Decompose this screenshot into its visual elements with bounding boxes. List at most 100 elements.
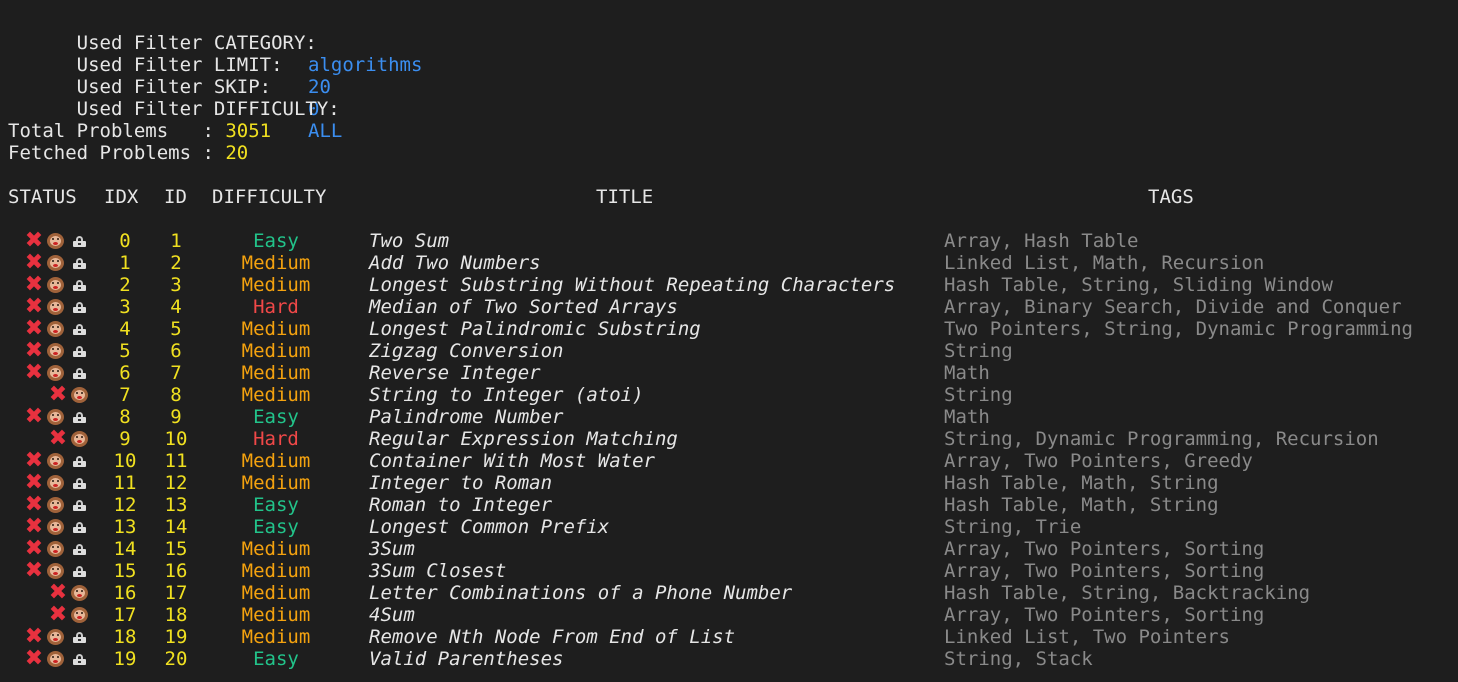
x-icon: ✖	[24, 536, 44, 561]
table-row: ✖ 10 11 Medium Container With Most Water Arra…	[8, 450, 1450, 473]
row-difficulty: Medium	[241, 472, 311, 494]
row-id: 6	[170, 340, 182, 362]
row-title: String to Integer (atoi)	[369, 384, 644, 406]
filter-line-skip: Used Filter SKIP: 0	[8, 54, 1450, 120]
monkey-icon	[46, 474, 66, 492]
row-id: 19	[164, 626, 188, 648]
row-title: Longest Palindromic Substring	[369, 318, 701, 340]
status-cell: ✖	[22, 252, 112, 274]
row-title: Valid Parentheses	[369, 648, 564, 670]
row-difficulty: Medium	[241, 538, 311, 560]
row-difficulty: Medium	[241, 582, 311, 604]
table-row: ✖ 12 13 Easy Roman to Integer Hash Table, Mat…	[8, 494, 1450, 517]
row-idx: 16	[113, 582, 137, 604]
row-id: 4	[170, 296, 182, 318]
table-row: ✖ 5 6 Medium Zigzag Conversion String	[8, 340, 1450, 363]
status-cell: ✖	[22, 582, 112, 604]
monkey-icon	[70, 386, 90, 404]
monkey-icon	[46, 276, 66, 294]
lock-icon	[70, 452, 90, 470]
row-id: 8	[170, 384, 182, 406]
row-title: 3Sum	[369, 538, 415, 560]
status-cell: ✖	[22, 428, 112, 450]
fetched-problems-value: 20	[225, 142, 249, 164]
status-cell: ✖	[22, 384, 112, 406]
status-cell: ✖	[22, 648, 112, 670]
row-tags: String, Dynamic Programming, Recursion	[944, 428, 1379, 450]
lock-icon	[70, 518, 90, 536]
lock-icon	[70, 628, 90, 646]
row-idx: 12	[113, 494, 137, 516]
row-idx: 9	[119, 428, 131, 450]
row-title: Integer to Roman	[369, 472, 553, 494]
lock-icon	[70, 364, 90, 382]
monkey-icon	[46, 408, 66, 426]
row-difficulty: Medium	[241, 384, 311, 406]
monkey-icon	[46, 496, 66, 514]
header-id: ID	[164, 186, 187, 208]
row-title: Median of Two Sorted Arrays	[369, 296, 678, 318]
status-cell: ✖	[22, 538, 112, 560]
table-row: ✖ 16 17 Medium Letter Combinations of a Phon…	[8, 582, 1450, 605]
x-icon: ✖	[24, 272, 44, 297]
x-icon: ✖	[48, 602, 68, 627]
table-row: ✖ 19 20 Easy Valid Parentheses String, Stack	[8, 648, 1450, 671]
monkey-icon	[46, 628, 66, 646]
x-icon: ✖	[48, 382, 68, 407]
x-icon: ✖	[24, 558, 44, 583]
row-difficulty: Medium	[241, 626, 311, 648]
lock-icon	[70, 408, 90, 426]
row-id: 18	[164, 604, 188, 626]
monkey-icon	[46, 650, 66, 668]
row-title: Two Sum	[369, 230, 450, 252]
row-idx: 13	[113, 516, 137, 538]
x-icon: ✖	[24, 624, 44, 649]
row-idx: 8	[119, 406, 131, 428]
row-id: 20	[164, 648, 188, 670]
monkey-icon	[46, 342, 66, 360]
status-cell: ✖	[22, 626, 112, 648]
row-idx: 11	[113, 472, 137, 494]
row-idx: 18	[113, 626, 137, 648]
row-id: 9	[170, 406, 182, 428]
fetched-problems-label: Fetched Problems :	[8, 142, 226, 164]
status-cell: ✖	[22, 516, 112, 538]
monkey-icon	[46, 452, 66, 470]
table-row: ✖ 14 15 Medium 3Sum Array, Two Pointers, Sort…	[8, 538, 1450, 561]
row-idx: 17	[113, 604, 137, 626]
table-row: ✖ 7 8 Medium String to Integer (atoi) String	[8, 384, 1450, 407]
table-row: ✖ 17 18 Medium 4Sum Array, Two Pointers, Sort…	[8, 602, 1450, 627]
row-tags: Two Pointers, String, Dynamic Programmin…	[944, 318, 1413, 340]
monkey-icon	[46, 518, 66, 536]
row-tags: String, Trie	[944, 516, 1082, 538]
row-difficulty: Easy	[253, 494, 299, 516]
row-title: Add Two Numbers	[369, 252, 541, 274]
table-row: ✖ 4 5 Medium Longest Palindromic Substring Tw…	[8, 316, 1450, 341]
row-title: Reverse Integer	[369, 362, 541, 384]
table-row: ✖ 0 1 Easy Two Sum Array, Hash Table	[8, 230, 1450, 253]
row-difficulty: Medium	[241, 450, 311, 472]
row-tags: Math	[944, 406, 990, 428]
row-title: Zigzag Conversion	[369, 340, 564, 362]
status-cell: ✖	[22, 450, 112, 472]
lock-icon	[70, 320, 90, 338]
row-id: 5	[170, 318, 182, 340]
x-icon: ✖	[48, 426, 68, 451]
row-difficulty: Medium	[241, 560, 311, 582]
x-icon: ✖	[24, 316, 44, 341]
table-row: ✖ 6 7 Medium Reverse Integer Math	[8, 362, 1450, 385]
table-row: ✖ 13 14 Easy Longest Common Prefix String, Tr…	[8, 516, 1450, 539]
monkey-icon	[46, 562, 66, 580]
row-idx: 2	[119, 274, 131, 296]
row-difficulty: Medium	[241, 274, 311, 296]
filter-label: Used Filter DIFFICULTY:	[76, 98, 340, 120]
row-difficulty: Medium	[241, 604, 311, 626]
status-cell: ✖	[22, 560, 112, 582]
row-tags: Array, Binary Search, Divide and Conquer	[944, 296, 1402, 318]
lock-icon	[70, 276, 90, 294]
lock-icon	[70, 298, 90, 316]
row-tags: Hash Table, String, Sliding Window	[944, 274, 1333, 296]
row-title: 3Sum Closest	[369, 560, 507, 582]
row-tags: Array, Two Pointers, Sorting	[944, 604, 1265, 626]
status-cell: ✖	[22, 472, 112, 494]
